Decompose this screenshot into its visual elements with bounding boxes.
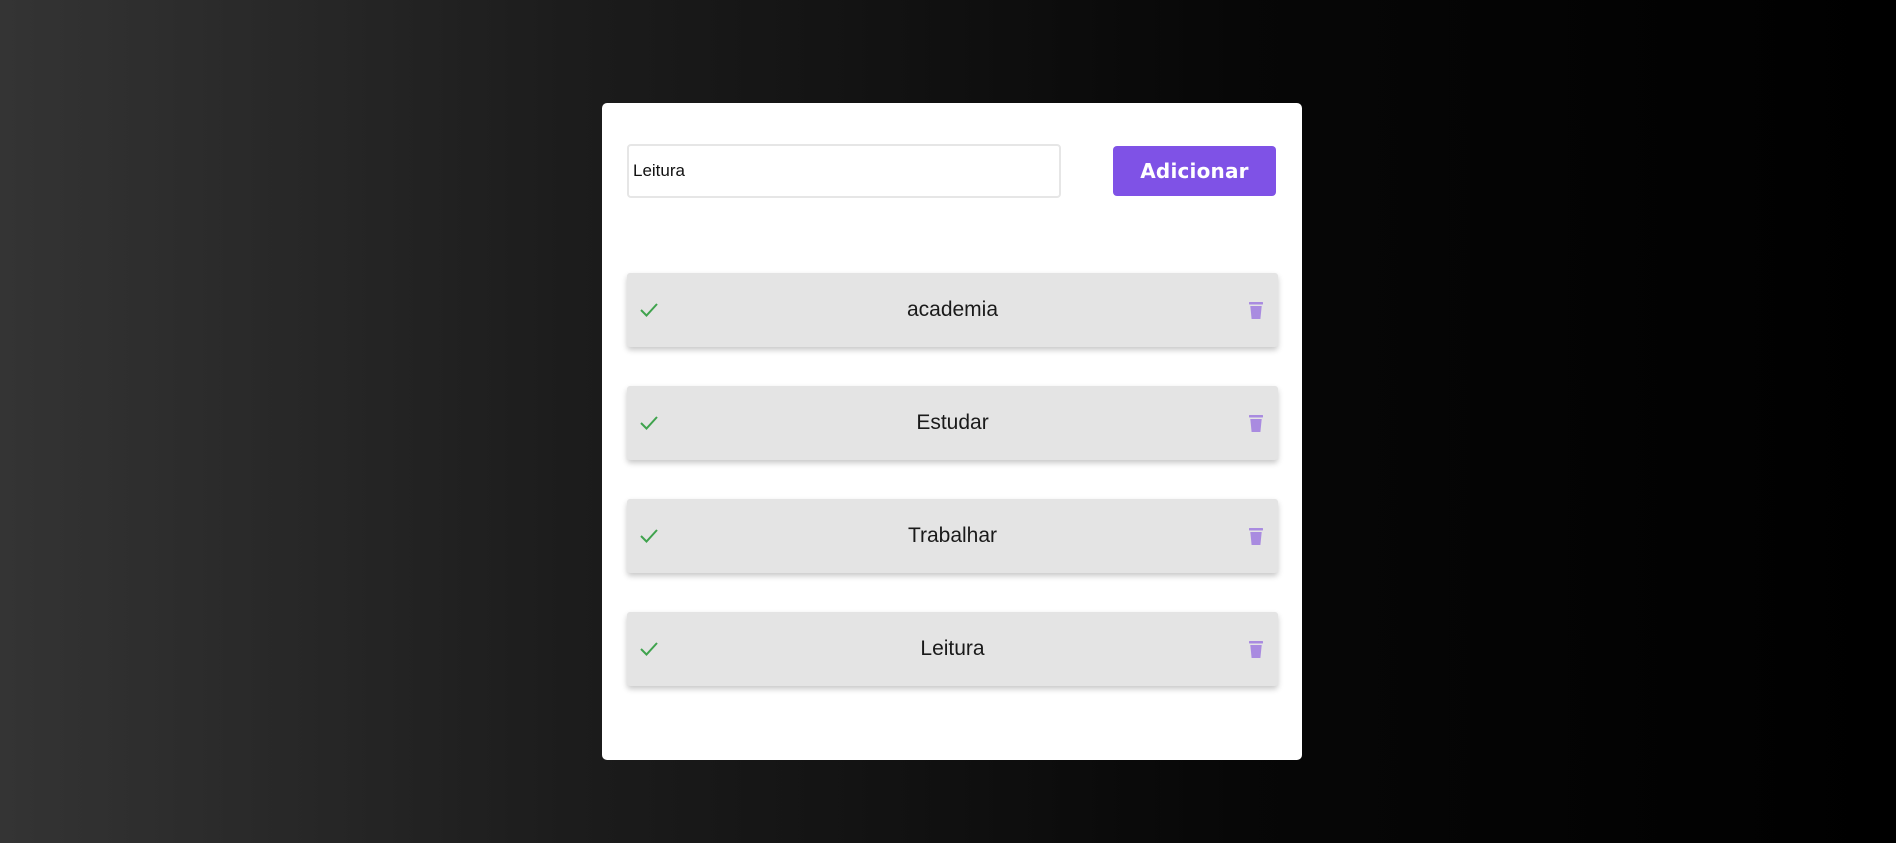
task-item: Estudar <box>627 386 1278 460</box>
add-task-button[interactable]: Adicionar <box>1113 146 1276 196</box>
todo-card: Adicionar academia Estudar <box>602 103 1302 760</box>
task-input[interactable] <box>627 144 1061 198</box>
task-label: Trabalhar <box>907 524 998 547</box>
check-icon[interactable] <box>639 527 659 545</box>
check-icon[interactable] <box>639 640 659 658</box>
trash-icon[interactable] <box>1249 415 1263 432</box>
check-icon[interactable] <box>639 414 659 432</box>
trash-icon[interactable] <box>1249 641 1263 658</box>
trash-icon[interactable] <box>1249 528 1263 545</box>
task-label: academia <box>906 298 999 321</box>
task-label: Estudar <box>916 411 989 434</box>
check-icon[interactable] <box>639 301 659 319</box>
task-item: Trabalhar <box>627 499 1278 573</box>
task-list: academia Estudar Trabalhar Leitura <box>627 273 1278 725</box>
trash-icon[interactable] <box>1249 302 1263 319</box>
task-item: academia <box>627 273 1278 347</box>
task-label: Leitura <box>920 637 985 660</box>
add-task-form: Adicionar <box>627 141 1300 199</box>
task-item: Leitura <box>627 612 1278 686</box>
